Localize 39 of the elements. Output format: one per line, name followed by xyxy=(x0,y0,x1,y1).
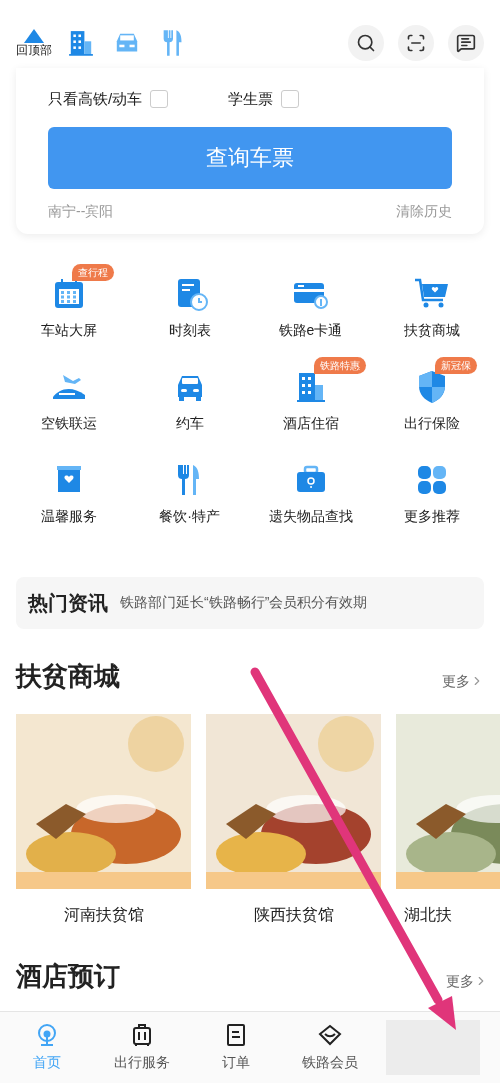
service-item[interactable]: 扶贫商城 xyxy=(403,273,460,341)
service-item[interactable]: 铁路e卡通 xyxy=(278,273,343,341)
diamond-icon xyxy=(317,1022,344,1048)
option-label: 学生票 xyxy=(228,89,274,109)
service-item[interactable]: 时刻表 xyxy=(168,273,211,341)
scan-button[interactable] xyxy=(398,25,434,61)
option-label: 只看高铁/动车 xyxy=(48,89,143,109)
product-caption[interactable]: 河南扶贫馆 xyxy=(63,902,144,927)
search-icon xyxy=(356,33,376,53)
news-title: 热门资讯 xyxy=(28,589,108,617)
section-title: 扶贫商城 xyxy=(16,659,120,693)
more-link[interactable]: 更多 xyxy=(446,970,488,992)
promo-badge: 新冠保 xyxy=(435,356,477,374)
blurred-tab[interactable] xyxy=(385,1020,481,1075)
service-item[interactable]: 温馨服务 xyxy=(40,459,97,527)
checkbox[interactable] xyxy=(281,90,300,109)
message-icon xyxy=(456,33,476,53)
checkbox[interactable] xyxy=(150,90,169,109)
service-item[interactable]: 空铁联运 xyxy=(40,366,97,434)
service-item[interactable]: 餐饮·特产 xyxy=(159,459,220,527)
message-button[interactable] xyxy=(448,25,484,61)
news-bar[interactable]: 热门资讯 铁路部门延长“铁路畅行”会员积分有效期 xyxy=(16,576,484,629)
news-headline: 铁路部门延长“铁路畅行”会员积分有效期 xyxy=(120,593,368,612)
nav-tab[interactable]: 铁路会员 xyxy=(283,1012,378,1083)
product-caption[interactable]: 陕西扶贫馆 xyxy=(253,902,334,927)
service-item[interactable]: 更多推荐 xyxy=(403,459,460,527)
service-item[interactable]: 遗失物品查找 xyxy=(268,459,353,527)
service-item[interactable]: 约车 xyxy=(169,366,210,434)
triangle-up-icon xyxy=(24,28,44,43)
nav-tab[interactable]: 订单 xyxy=(188,1012,284,1083)
product-caption[interactable]: 湖北扶 xyxy=(404,902,452,927)
search-button[interactable] xyxy=(348,25,384,61)
more-link[interactable]: 更多 xyxy=(442,670,484,692)
section-title: 酒店预订 xyxy=(16,959,120,993)
promo-badge: 铁路特惠 xyxy=(314,356,366,374)
back-to-top-button[interactable]: 回顶部 xyxy=(16,28,52,58)
promo-badge: 查行程 xyxy=(72,263,114,281)
scan-icon xyxy=(406,33,426,53)
nav-tab[interactable]: 出行服务 xyxy=(94,1012,189,1083)
